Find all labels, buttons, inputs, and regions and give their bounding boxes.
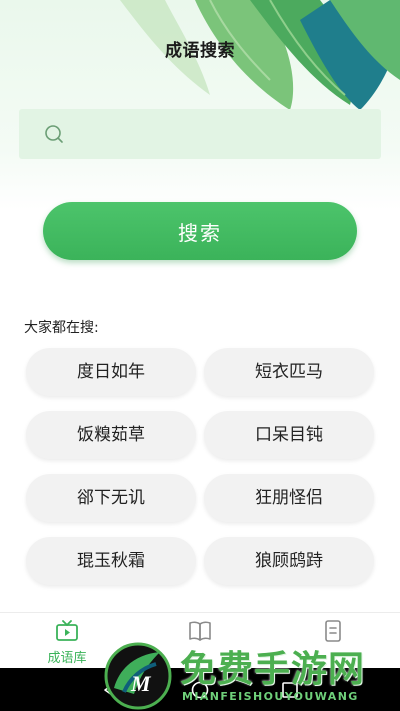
hot-chip[interactable]: 口呆目钝 [204, 411, 374, 459]
note-icon [325, 620, 341, 642]
nav-home-icon[interactable] [190, 680, 210, 700]
hot-chip[interactable]: 狂朋怪侣 [204, 474, 374, 522]
search-icon [45, 125, 63, 143]
bottom-tab-bar: 成语库 [0, 612, 400, 668]
tab-idiom-library[interactable]: 成语库 [0, 613, 134, 669]
hot-chip[interactable]: 琨玉秋霜 [26, 537, 196, 585]
nav-back-icon[interactable] [100, 680, 120, 700]
hot-chip[interactable]: 狼顾鸱跱 [204, 537, 374, 585]
tab-notes[interactable] [266, 613, 400, 669]
search-box[interactable] [19, 109, 381, 159]
system-nav-bar [0, 668, 400, 711]
tab-book[interactable] [133, 613, 267, 669]
search-input[interactable] [77, 119, 367, 149]
nav-recents-icon[interactable] [280, 680, 300, 700]
app-screen: 成语搜索 搜索 大家都在搜: 度日如年 短衣匹马 饭糗茹草 口呆目钝 郤下无讥 … [0, 0, 400, 711]
search-button[interactable]: 搜索 [43, 202, 357, 260]
book-icon [189, 621, 211, 641]
hot-chip[interactable]: 郤下无讥 [26, 474, 196, 522]
hot-chip[interactable]: 短衣匹马 [204, 348, 374, 396]
page-title: 成语搜索 [165, 41, 235, 61]
hot-chip[interactable]: 度日如年 [26, 348, 196, 396]
hot-chip[interactable]: 饭糗茹草 [26, 411, 196, 459]
tab-label: 成语库 [47, 651, 87, 666]
tv-icon [56, 620, 78, 641]
hot-searches-label: 大家都在搜: [24, 320, 99, 336]
